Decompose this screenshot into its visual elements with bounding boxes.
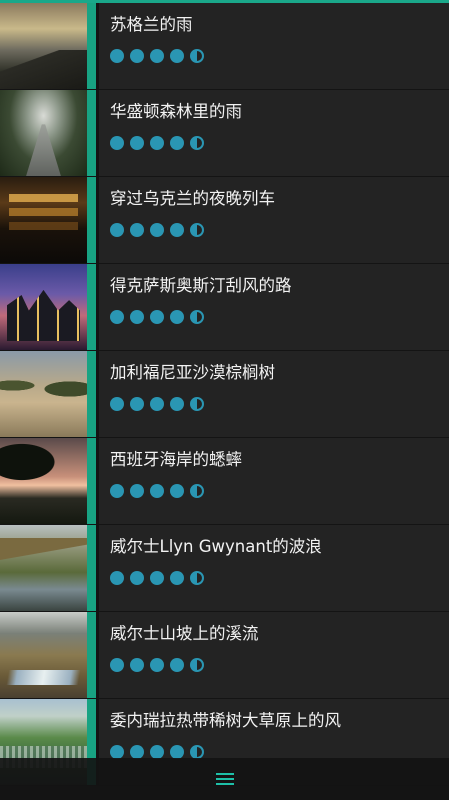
accent-strip [87,525,96,611]
item-title: 加利福尼亚沙漠棕榈树 [110,363,275,382]
list-item[interactable]: 得克萨斯奥斯汀刮风的路 [0,264,449,351]
rating-dot-half [190,745,204,759]
rating-dot-half [190,223,204,237]
rating-dot-half [190,571,204,585]
rating-dot-full [110,310,124,324]
thumbnail-image [0,438,87,524]
rating-dot-full [110,745,124,759]
rating-dots [110,49,449,63]
rating-dot-full [150,745,164,759]
accent-strip [87,90,96,176]
rating-dot-full [170,136,184,150]
rating-dot-full [130,571,144,585]
rating-dot-half [190,658,204,672]
rating-dot-full [170,745,184,759]
rating-dot-full [130,223,144,237]
accent-strip [87,438,96,524]
rating-dots [110,310,449,324]
rating-dots [110,658,449,672]
rating-dot-full [110,658,124,672]
rating-dot-half [190,310,204,324]
rating-dot-full [110,49,124,63]
rating-dot-full [130,745,144,759]
rating-dot-full [150,49,164,63]
rating-dot-full [170,310,184,324]
item-title: 得克萨斯奥斯汀刮风的路 [110,276,292,295]
rating-dot-full [150,484,164,498]
accent-strip [87,612,96,698]
thumbnail-image [0,90,87,176]
list-item[interactable]: 威尔士Llyn Gwynant的波浪 [0,525,449,612]
rating-dot-full [130,136,144,150]
list-item[interactable]: 加利福尼亚沙漠棕榈树 [0,351,449,438]
rating-dot-full [170,49,184,63]
accent-strip [87,3,96,89]
thumbnail-image [0,525,87,611]
rating-dot-full [130,49,144,63]
item-title: 委内瑞拉热带稀树大草原上的风 [110,711,341,730]
rating-dot-full [150,223,164,237]
rating-dot-full [150,658,164,672]
rating-dot-full [110,223,124,237]
accent-strip [87,351,96,437]
rating-dots [110,223,449,237]
rating-dot-full [110,397,124,411]
accent-strip [87,177,96,263]
rating-dot-full [150,571,164,585]
bottom-app-bar [0,758,449,800]
rating-dot-full [110,484,124,498]
rating-dot-full [110,571,124,585]
thumbnail-image [0,264,87,350]
thumbnail-image [0,177,87,263]
item-title: 威尔士山坡上的溪流 [110,624,259,643]
rating-dot-full [150,397,164,411]
item-title: 西班牙海岸的蟋蟀 [110,450,242,469]
sound-list: 苏格兰的雨 华盛顿森林里的雨 穿过乌克兰的夜晚列车 得克萨斯奥斯汀刮风的路 加利… [0,3,449,786]
item-title: 穿过乌克兰的夜晚列车 [110,189,275,208]
rating-dots [110,745,449,759]
rating-dot-full [150,310,164,324]
rating-dot-full [130,397,144,411]
rating-dot-full [110,136,124,150]
list-item[interactable]: 苏格兰的雨 [0,3,449,90]
rating-dot-full [130,484,144,498]
list-item[interactable]: 穿过乌克兰的夜晚列车 [0,177,449,264]
rating-dot-full [170,223,184,237]
rating-dots [110,136,449,150]
item-title: 华盛顿森林里的雨 [110,102,242,121]
item-title: 威尔士Llyn Gwynant的波浪 [110,537,322,556]
rating-dot-full [170,397,184,411]
rating-dot-full [130,658,144,672]
rating-dot-half [190,484,204,498]
thumbnail-image [0,612,87,698]
thumbnail-image [0,351,87,437]
thumbnail-image [0,3,87,89]
rating-dot-full [170,484,184,498]
rating-dots [110,397,449,411]
rating-dot-half [190,397,204,411]
rating-dot-full [150,136,164,150]
rating-dot-half [190,49,204,63]
list-item[interactable]: 威尔士山坡上的溪流 [0,612,449,699]
item-title: 苏格兰的雨 [110,15,193,34]
rating-dots [110,484,449,498]
rating-dot-full [170,658,184,672]
accent-strip [87,264,96,350]
list-item[interactable]: 西班牙海岸的蟋蟀 [0,438,449,525]
rating-dot-half [190,136,204,150]
rating-dot-full [130,310,144,324]
menu-icon[interactable] [215,773,234,785]
list-item[interactable]: 华盛顿森林里的雨 [0,90,449,177]
rating-dots [110,571,449,585]
rating-dot-full [170,571,184,585]
